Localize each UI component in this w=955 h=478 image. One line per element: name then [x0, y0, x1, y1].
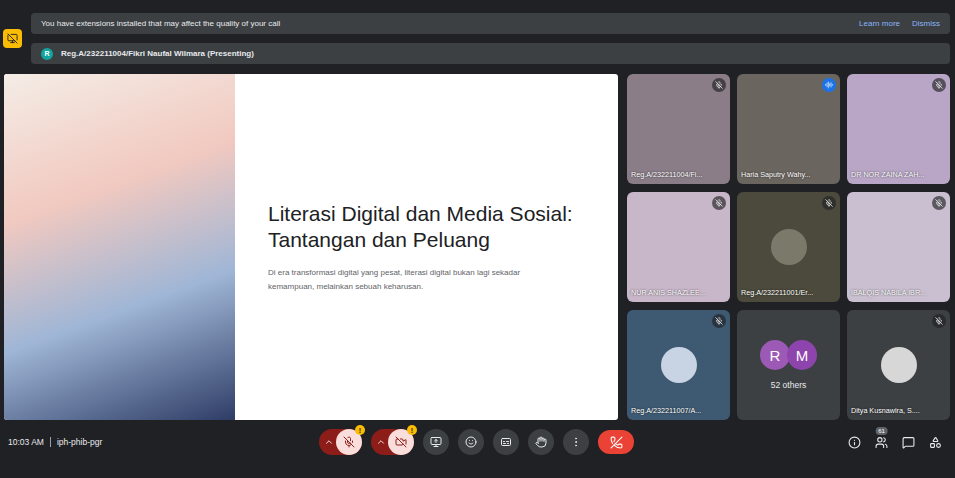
top-bars: You have extensions installed that may a…: [3, 13, 950, 64]
info-button[interactable]: [848, 436, 861, 449]
others-avatars: RM: [760, 340, 817, 370]
control-bar: 10:03 AM iph-phib-pgr!! 61: [3, 422, 950, 462]
others-initial: M: [787, 340, 817, 370]
presentation-warning-icon: [3, 29, 22, 48]
mic-group: !: [319, 429, 362, 455]
call-controls: !!: [319, 429, 634, 455]
mic-button[interactable]: !: [336, 429, 362, 455]
chevron-up-icon[interactable]: [324, 437, 334, 447]
side-controls: 61: [634, 436, 950, 449]
shapes-icon: [929, 436, 942, 449]
participant-name: Ditya Kusnawira, S....: [851, 406, 920, 415]
mute-badge: [932, 196, 946, 210]
mic-warning: !: [355, 425, 365, 435]
mic-off-icon: [935, 317, 943, 325]
people-button[interactable]: 61: [875, 436, 888, 449]
captions-icon: [500, 436, 512, 448]
mute-badge: [932, 78, 946, 92]
participant-tile[interactable]: NUR ANIS SHAZLEE...: [627, 192, 730, 302]
participant-name: Haria Saputry Wahy...: [741, 170, 811, 179]
meeting-code: iph-phib-pgr: [57, 437, 102, 447]
meeting-time: 10:03 AM: [8, 437, 44, 447]
mute-badge: [932, 314, 946, 328]
meeting-info: 10:03 AM iph-phib-pgr: [3, 437, 319, 447]
present-button[interactable]: [423, 429, 449, 455]
mic-off-icon: [343, 436, 355, 448]
end-call-button[interactable]: [598, 430, 634, 454]
participant-tile[interactable]: Reg.A/232211007/A...: [627, 310, 730, 420]
camera-button[interactable]: !: [388, 429, 414, 455]
slide-title: Literasi Digital dan Media Sosial: Tanta…: [268, 201, 598, 254]
mute-badge: [822, 196, 836, 210]
meta-divider: [50, 437, 51, 447]
mic-off-icon: [715, 199, 723, 207]
participant-avatar: [661, 347, 697, 383]
mute-badge: [712, 314, 726, 328]
participant-avatar: [881, 347, 917, 383]
present-icon: [430, 436, 442, 448]
info-icon: [848, 436, 861, 449]
slide-illustration: [4, 74, 235, 420]
notice-text: You have extensions installed that may a…: [41, 19, 280, 28]
mic-off-icon: [715, 81, 723, 89]
presenter-label: Reg.A/232211004/Fikri Naufal Wilmara (Pr…: [61, 49, 254, 58]
people-icon: [875, 436, 888, 449]
meet-window: You have extensions installed that may a…: [0, 0, 955, 478]
participant-tile[interactable]: Reg.A/232211001/Er...: [737, 192, 840, 302]
hand-icon: [535, 436, 547, 448]
notice-actions: Learn more Dismiss: [859, 19, 940, 28]
participant-name: Reg.A/232211004/Fi...: [631, 170, 702, 179]
chevron-up-icon[interactable]: [376, 437, 386, 447]
participant-avatar: [771, 229, 807, 265]
mic-off-icon: [825, 199, 833, 207]
activities-button[interactable]: [929, 436, 942, 449]
audio-icon: [825, 81, 833, 89]
others-initial: R: [760, 340, 790, 370]
presenter-bar: R Reg.A/232211004/Fikri Naufal Wilmara (P…: [31, 43, 950, 64]
participant-name: NUR ANIS SHAZLEE...: [631, 288, 706, 297]
participant-tile[interactable]: Reg.A/232211004/Fi...: [627, 74, 730, 184]
captions-button[interactable]: [493, 429, 519, 455]
chat-icon: [902, 436, 915, 449]
camera-group: !: [371, 429, 414, 455]
participant-name: DR NOR ZAINA ZAH...: [851, 170, 924, 179]
participant-count: 61: [875, 427, 888, 435]
more-button[interactable]: [563, 429, 589, 455]
participant-name: Reg.A/232211001/Er...: [741, 288, 813, 297]
smile-icon: [465, 436, 477, 448]
participant-tile[interactable]: IBALQIS NABILA IBR...: [847, 192, 950, 302]
presenter-info: R Reg.A/232211004/Fikri Naufal Wilmara (P…: [41, 48, 254, 60]
participant-tile[interactable]: DR NOR ZAINA ZAH...: [847, 74, 950, 184]
more-icon: [570, 436, 582, 448]
main-area: Literasi Digital dan Media Sosial: Tanta…: [3, 74, 950, 420]
notice-action[interactable]: Learn more: [859, 19, 900, 28]
participant-tile[interactable]: Haria Saputry Wahy...: [737, 74, 840, 184]
camera-off-icon: [395, 436, 407, 448]
participant-name: Reg.A/232211007/A...: [631, 406, 701, 415]
presentation-slide: Literasi Digital dan Media Sosial: Tanta…: [4, 74, 618, 420]
extension-notice: You have extensions installed that may a…: [31, 13, 950, 34]
mic-off-icon: [935, 81, 943, 89]
participant-grid: Reg.A/232211004/Fi... Haria Saputry Wahy.…: [627, 74, 950, 420]
reaction-button[interactable]: [458, 429, 484, 455]
slide-content: Literasi Digital dan Media Sosial: Tanta…: [235, 74, 618, 420]
mic-off-icon: [935, 199, 943, 207]
mute-badge: [712, 196, 726, 210]
participant-tile[interactable]: RM 52 others: [737, 310, 840, 420]
others-label: 52 others: [771, 380, 806, 390]
participant-tile[interactable]: Ditya Kusnawira, S....: [847, 310, 950, 420]
bar-stack: You have extensions installed that may a…: [31, 13, 950, 64]
phone-off-icon: [610, 436, 623, 449]
notice-action[interactable]: Dismiss: [912, 19, 940, 28]
speaking-badge: [822, 78, 836, 92]
mute-badge: [712, 78, 726, 92]
slide-body: Di era transformasi digital yang pesat, …: [268, 266, 568, 293]
participant-name: IBALQIS NABILA IBR...: [851, 288, 926, 297]
mic-off-icon: [715, 317, 723, 325]
chat-button[interactable]: [902, 436, 915, 449]
camera-warning: !: [407, 425, 417, 435]
raise-hand-button[interactable]: [528, 429, 554, 455]
presenter-avatar: R: [41, 48, 53, 60]
